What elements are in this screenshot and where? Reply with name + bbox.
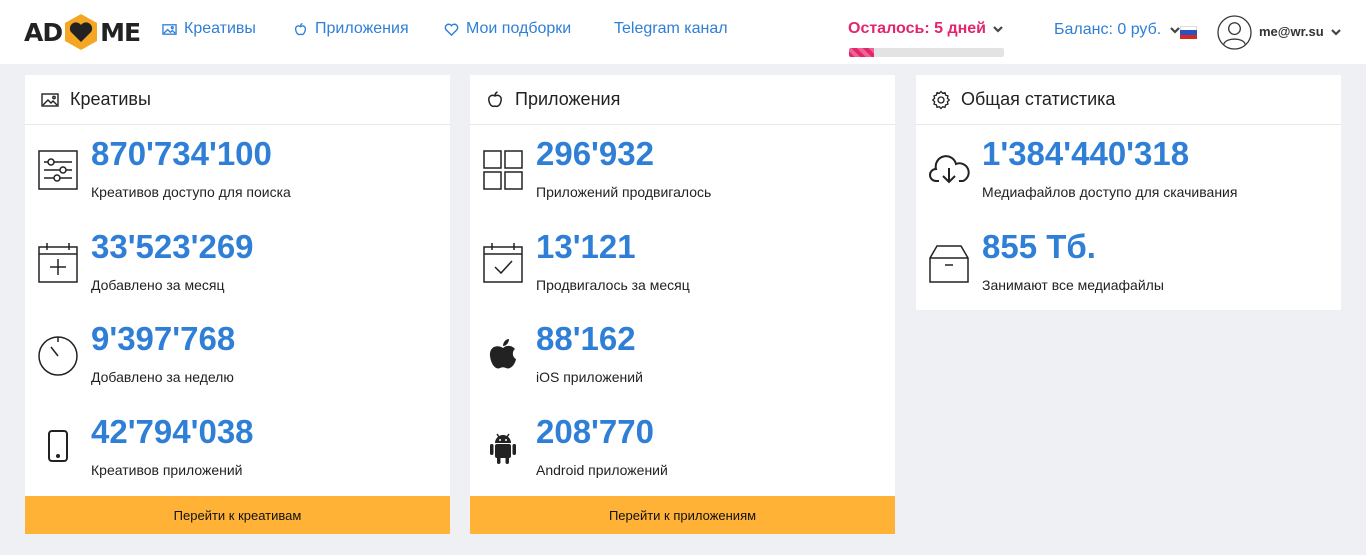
card-title: Креативы [70, 89, 151, 109]
stat-label: Приложений продвигалось [536, 184, 712, 200]
subscription-remaining[interactable]: Осталось: 5 дней [848, 20, 1004, 38]
stat-label: Креативов приложений [91, 462, 243, 478]
user-menu[interactable]: me@wr.su [1259, 24, 1342, 39]
card-title: Общая статистика [961, 89, 1116, 109]
sliders-icon [38, 150, 78, 190]
logo-heart-icon [65, 14, 98, 50]
nav-creatives[interactable]: Креативы [162, 20, 256, 38]
logo-text-left: AD [24, 17, 63, 47]
logo[interactable]: AD ME [24, 11, 141, 53]
nav-telegram[interactable]: Telegram канал [614, 20, 728, 38]
stat-value: 42'794'038 [91, 413, 254, 450]
calendar-plus-icon [38, 243, 78, 283]
nav-apps-label: Приложения [315, 20, 409, 37]
stopwatch-icon [38, 336, 78, 376]
stat-value: 88'162 [536, 320, 636, 357]
card-header: Приложения [470, 75, 895, 125]
android-icon [490, 433, 516, 464]
remaining-progress-fill [849, 48, 874, 57]
stat-value: 13'121 [536, 228, 636, 265]
nav-creatives-label: Креативы [184, 20, 256, 37]
stat-value: 208'770 [536, 413, 654, 450]
stat-label: iOS приложений [536, 369, 643, 385]
heart-icon [444, 23, 459, 36]
cloud-download-icon [929, 155, 970, 184]
stat-value: 296'932 [536, 135, 654, 172]
stat-label: Медиафайлов доступо для скачивания [982, 184, 1238, 200]
calendar-check-icon [483, 243, 523, 283]
stat-label: Android приложений [536, 462, 668, 478]
stat-value: 1'384'440'318 [982, 135, 1190, 172]
remaining-progress-bar [849, 48, 1004, 57]
logo-text-right: ME [100, 17, 141, 47]
go-to-creatives-button[interactable]: Перейти к креативам [25, 496, 450, 534]
stat-value: 855 Тб. [982, 228, 1096, 265]
card-header: Общая статистика [916, 75, 1341, 125]
overall-stats-card: Общая статистика 1'384'440'318 Медиафайл… [916, 75, 1341, 310]
balance-dropdown[interactable]: Баланс: 0 руб. [1054, 21, 1181, 39]
image-icon [162, 23, 177, 35]
apple-icon [488, 90, 502, 107]
stat-label: Креативов доступо для поиска [91, 184, 291, 200]
card-header: Креативы [25, 75, 450, 125]
nav-collections-label: Мои подборки [466, 20, 572, 37]
stat-value: 33'523'269 [91, 228, 254, 265]
apple-icon [294, 22, 307, 35]
user-email: me@wr.su [1259, 24, 1324, 39]
nav-telegram-label: Telegram канал [614, 20, 728, 37]
creatives-card: Креативы 870'734'100 Креативов доступо д… [25, 75, 450, 534]
nav-apps[interactable]: Приложения [293, 20, 409, 38]
chevron-down-icon [993, 26, 1003, 33]
stat-value: 870'734'100 [91, 135, 272, 172]
card-title: Приложения [515, 89, 621, 109]
remaining-label: Осталось: 5 дней [848, 20, 986, 37]
stat-label: Продвигалось за месяц [536, 277, 690, 293]
nav-collections[interactable]: Мои подборки [444, 20, 571, 38]
apps-card: Приложения 296'932 Приложений продвигало… [470, 75, 895, 534]
archive-box-icon [929, 245, 969, 283]
stat-value: 9'397'768 [91, 320, 236, 357]
language-flag-icon[interactable] [1180, 26, 1197, 39]
avatar[interactable] [1217, 15, 1252, 50]
mobile-icon [48, 430, 68, 462]
stat-label: Занимают все медиафайлы [982, 277, 1164, 293]
chevron-down-icon [1330, 28, 1341, 36]
stat-label: Добавлено за неделю [91, 369, 234, 385]
gear-icon [931, 90, 951, 109]
apple-icon [489, 339, 516, 369]
go-to-apps-button[interactable]: Перейти к приложениям [470, 496, 895, 534]
grid-icon [483, 150, 523, 190]
image-icon [41, 92, 59, 107]
stat-label: Добавлено за месяц [91, 277, 225, 293]
balance-label: Баланс: 0 руб. [1054, 21, 1162, 38]
top-navbar: AD ME Креативы Приложения Мои подборки T… [0, 0, 1366, 64]
